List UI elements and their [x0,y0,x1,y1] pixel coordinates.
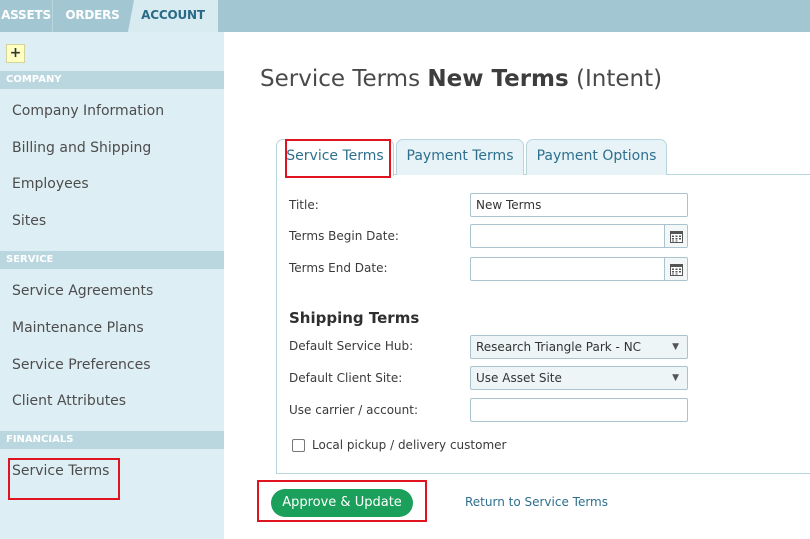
tab-service-terms[interactable]: Service Terms [276,139,394,176]
sidebar-section-company: COMPANY [0,71,224,89]
title-input[interactable]: New Terms [470,193,688,217]
sidebar-item-client-attributes[interactable]: Client Attributes [12,393,126,409]
page-title: Service Terms New Terms (Intent) [260,66,662,92]
sidebar-item-employees[interactable]: Employees [12,176,89,192]
default-service-hub-value: Research Triangle Park - NC [476,340,642,354]
page-title-name: New Terms [427,66,569,92]
carrier-account-label: Use carrier / account: [289,403,419,417]
title-label: Title: [289,198,319,212]
dropdown-arrow-icon: ▼ [672,342,679,352]
default-service-hub-select[interactable]: Research Triangle Park - NC ▼ [470,335,688,359]
tab-orders[interactable]: ORDERS [52,0,132,32]
sidebar-item-maintenance-plans[interactable]: Maintenance Plans [12,320,144,336]
sidebar-item-service-terms[interactable]: Service Terms [12,463,109,479]
add-button[interactable]: + [6,44,25,63]
terms-begin-date-input[interactable] [470,224,688,248]
sidebar-section-financials: FINANCIALS [0,431,224,449]
return-to-service-terms-link[interactable]: Return to Service Terms [465,495,608,509]
default-client-site-select[interactable]: Use Asset Site ▼ [470,366,688,390]
top-nav-bar: ASSETS ORDERS ACCOUNT [0,0,810,32]
local-pickup-label[interactable]: Local pickup / delivery customer [312,438,506,452]
sidebar-section-service: SERVICE [0,251,224,269]
page-title-prefix: Service Terms [260,66,428,92]
default-client-site-label: Default Client Site: [289,371,403,385]
sidebar-item-service-preferences[interactable]: Service Preferences [12,357,151,373]
terms-end-date-label: Terms End Date: [289,261,388,275]
sidebar-item-sites[interactable]: Sites [12,213,46,229]
carrier-account-input[interactable] [470,398,688,422]
sidebar-item-service-agreements[interactable]: Service Agreements [12,283,153,299]
tab-assets[interactable]: ASSETS [0,0,52,32]
local-pickup-checkbox[interactable] [292,439,305,452]
page-title-suffix: (Intent) [568,66,663,92]
terms-end-date-input[interactable] [470,257,688,281]
approve-update-button[interactable]: Approve & Update [271,489,413,517]
calendar-icon[interactable] [664,258,687,280]
terms-begin-date-label: Terms Begin Date: [289,229,399,243]
sidebar-item-billing-and-shipping[interactable]: Billing and Shipping [12,140,151,156]
calendar-icon[interactable] [664,225,687,247]
sidebar: + COMPANY Company Information Billing an… [0,32,224,539]
shipping-terms-heading: Shipping Terms [289,309,420,327]
tab-payment-terms[interactable]: Payment Terms [396,139,524,175]
tab-payment-options[interactable]: Payment Options [526,139,667,175]
sidebar-item-company-information[interactable]: Company Information [12,103,164,119]
default-client-site-value: Use Asset Site [476,371,562,385]
dropdown-arrow-icon: ▼ [672,373,679,383]
tab-account[interactable]: ACCOUNT [128,0,218,32]
default-service-hub-label: Default Service Hub: [289,339,414,353]
